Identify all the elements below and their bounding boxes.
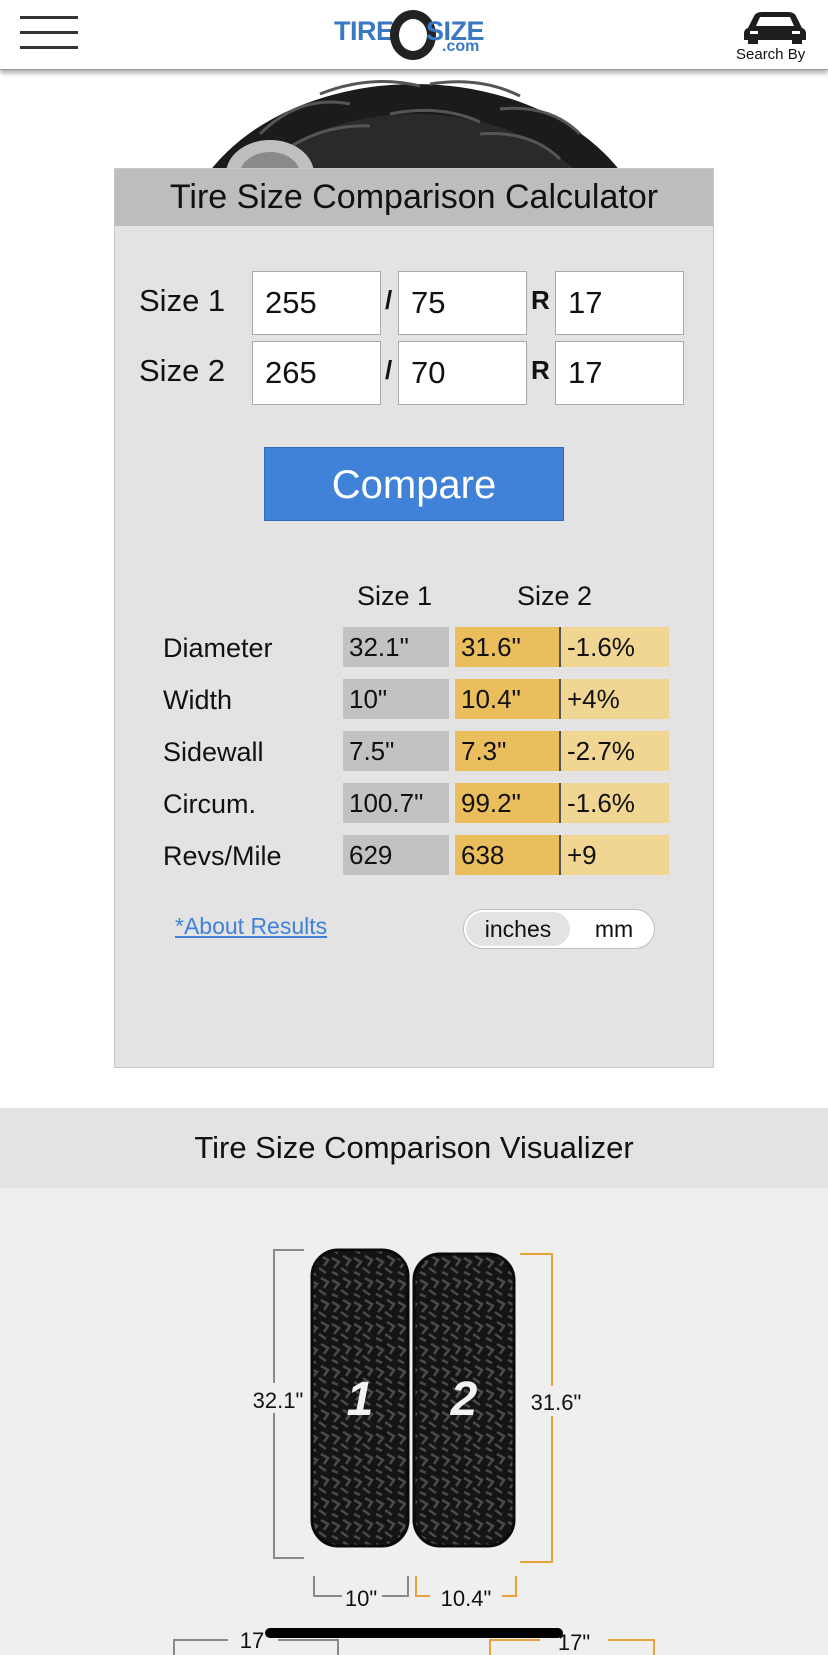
visualizer-diagram: 1 2 32.1" 31.6" 10" 10.4" 17 17" [173,1248,655,1655]
visualizer-title: Tire Size Comparison Visualizer [0,1108,828,1188]
result-label: Diameter [163,633,273,663]
results-column-size1: Size 1 [357,581,433,611]
result-row-sidewall: Sidewall 7.5" 7.3" -2.7% [115,731,715,771]
size2-row: Size 2 265 / 70 R 17 [115,341,715,405]
result-size2-value: 31.6" [455,627,561,667]
tire-1-width-label: 10" [345,1586,377,1611]
size1-aspect-input[interactable]: 75 [398,271,527,335]
size1-rim-input[interactable]: 17 [555,271,684,335]
result-size2-value: 10.4" [455,679,561,719]
result-row-diameter: Diameter 32.1" 31.6" -1.6% [115,627,715,667]
page: TIRE SIZE .com Search By Tire Size Compa… [0,0,828,1655]
rim-1-label: 17 [240,1628,264,1653]
result-row-circumference: Circum. 100.7" 99.2" -1.6% [115,783,715,823]
result-diff-value: -2.7% [561,731,669,771]
result-size1-value: 7.5" [343,731,449,771]
tire-2-number: 2 [450,1373,478,1426]
result-row-revs-per-mile: Revs/Mile 629 638 +9 [115,835,715,875]
hamburger-menu-icon[interactable] [20,16,78,50]
result-diff-value: +9 [561,835,669,875]
result-diff-value: -1.6% [561,783,669,823]
size2-label: Size 2 [139,353,226,388]
tire-2-diameter-label: 31.6" [531,1390,582,1415]
car-icon[interactable] [742,6,808,44]
unit-toggle[interactable]: inches mm [463,909,655,949]
result-label: Sidewall [163,737,264,767]
result-size2-value: 638 [455,835,561,875]
size1-slash: / [385,285,393,315]
about-results-link[interactable]: *About Results [175,913,327,940]
size1-width-input[interactable]: 255 [252,271,381,335]
comparison-calculator-card: Tire Size Comparison Calculator Size 1 2… [114,168,714,1068]
size1-r-label: R [531,285,550,315]
result-size1-value: 10" [343,679,449,719]
search-by-label[interactable]: Search By [736,46,805,63]
size2-rim-input[interactable]: 17 [555,341,684,405]
result-label: Width [163,685,233,715]
calculator-title: Tire Size Comparison Calculator [115,169,713,226]
size1-label: Size 1 [139,283,226,318]
unit-mm-option[interactable]: mm [584,912,644,946]
size1-row: Size 1 255 / 75 R 17 [115,271,715,335]
logo-text-tire: TIRE [334,16,394,46]
result-size2-value: 99.2" [455,783,561,823]
result-size1-value: 32.1" [343,627,449,667]
tiresize-logo[interactable]: TIRE SIZE .com [332,10,502,60]
tire-1-diameter-label: 32.1" [253,1388,304,1413]
result-diff-value: -1.6% [561,627,669,667]
result-size1-value: 629 [343,835,449,875]
home-indicator-bar[interactable] [265,1628,563,1638]
result-label: Revs/Mile [163,841,282,871]
result-row-width: Width 10" 10.4" +4% [115,679,715,719]
unit-inches-option[interactable]: inches [466,912,570,946]
results-column-size2: Size 2 [517,581,593,611]
size2-aspect-input[interactable]: 70 [398,341,527,405]
logo-text-com: .com [442,38,480,55]
tire-2-width-label: 10.4" [441,1586,492,1611]
result-size1-value: 100.7" [343,783,449,823]
tire-1-number: 1 [347,1373,374,1426]
result-diff-value: +4% [561,679,669,719]
size2-slash: / [385,355,393,385]
result-size2-value: 7.3" [455,731,561,771]
top-nav-bar: TIRE SIZE .com Search By [0,0,828,70]
compare-button[interactable]: Compare [264,447,564,521]
hero-tire-image [207,80,623,174]
size2-width-input[interactable]: 265 [252,341,381,405]
size2-r-label: R [531,355,550,385]
result-label: Circum. [163,789,256,819]
visualizer-area: 1 2 32.1" 31.6" 10" 10.4" 17 17" [0,1188,828,1655]
